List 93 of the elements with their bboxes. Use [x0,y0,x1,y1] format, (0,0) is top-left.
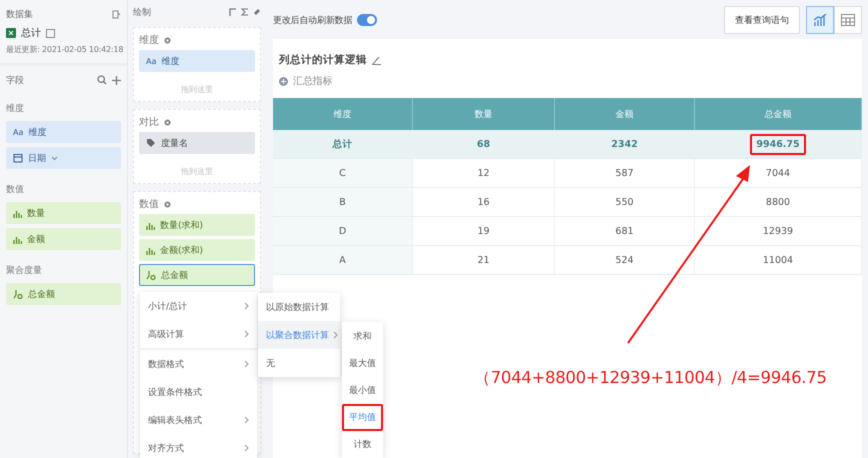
menu-item[interactable]: 高级计算 [140,320,257,348]
field-chip[interactable]: 数量 [6,202,121,224]
sigma-icon[interactable] [241,8,248,16]
bar-chart-icon [813,14,827,26]
bar-chart-icon [146,220,155,230]
table-cell: 9946.75 [695,130,862,159]
table-cell: 524 [555,246,695,275]
table-cell: 587 [555,159,695,188]
bar-chart-icon [13,208,22,218]
field-chip[interactable]: Aa 维度 [139,50,255,72]
eraser-icon[interactable] [253,8,261,16]
table-cell: 7044 [695,159,862,188]
menu-item[interactable]: 最小值 [342,377,383,404]
tag-icon [146,138,156,148]
toggle-label: 更改后自动刷新数据 [273,14,352,26]
table-cell: 8800 [695,188,862,217]
chevron-down-icon[interactable] [51,156,58,160]
field-chip[interactable]: 总金额 [139,264,255,286]
table-cell: B [273,188,413,217]
section-title: 数值 [139,198,159,211]
table-cell: 12939 [695,217,862,246]
dataset-name: 总计 [21,26,41,40]
gear-icon[interactable] [164,118,171,126]
menu-item[interactable]: 求和 [342,323,383,350]
bar-chart-icon [146,246,155,254]
text-type-icon: Aa [146,56,156,66]
calendar-icon [13,153,23,163]
gear-icon[interactable] [164,200,171,208]
menu-item[interactable]: 平均值 [342,404,383,431]
field-chip[interactable]: 数量(求和) [139,214,255,236]
group-title: 维度 [6,102,25,115]
table-icon [841,14,855,26]
toggle-switch[interactable] [357,14,378,26]
table-cell: D [273,217,413,246]
chevron-right-icon [333,331,338,339]
table-cell: 21 [413,246,555,275]
bar-chart-icon [13,234,22,244]
chevron-right-icon [244,416,249,424]
menu-item[interactable]: 无 [258,349,340,377]
search-icon[interactable] [97,75,107,85]
table-cell: 681 [555,217,695,246]
group-title: 聚合度量 [6,264,43,277]
report-title: 列总计的计算逻辑 [279,53,367,67]
table-cell: 19 [413,217,555,246]
table-cell: C [273,159,413,188]
table-cell: 2342 [555,130,695,159]
menu-item[interactable]: 以原始数据计算 [258,293,340,321]
menu-item[interactable]: 设置条件格式 [140,378,257,406]
menu-item[interactable]: 最大值 [342,350,383,377]
field-chip[interactable]: 度量名 [139,132,255,154]
panel-title: 字段 [6,74,24,86]
field-chip[interactable]: Aa 维度 [6,121,121,143]
menu-item[interactable]: 数据格式 [140,350,257,378]
spreadsheet-icon [6,27,16,39]
panel-title: 绘制 [133,6,151,18]
formula-icon [146,270,156,280]
section-title: 对比 [139,116,159,129]
table-cell: 11004 [695,246,862,275]
table-cell: 总计 [273,130,413,159]
menu-item[interactable]: 编辑表头格式 [140,406,257,434]
chevron-right-icon [244,302,249,310]
table-cell: 16 [413,188,555,217]
menu-item[interactable]: 以聚合数据计算 [258,321,340,349]
menu-item[interactable]: 对齐方式 [140,434,257,458]
chevron-right-icon [244,330,249,338]
field-chip[interactable]: 总金额 [6,283,121,305]
corner-icon[interactable] [229,8,236,16]
chevron-right-icon [244,444,249,452]
table-view-button[interactable] [834,6,862,34]
group-title: 数值 [6,184,25,196]
menu-item[interactable]: 计数 [342,431,383,458]
formula-icon [13,289,23,299]
menu-item[interactable]: 小计/总计 [140,292,257,320]
drop-hint: 拖到这里 [181,84,213,95]
chevron-right-icon [244,360,249,368]
text-type-icon: Aa [13,128,24,136]
last-updated: 最近更新: 2021-02-05 10:42:18 [6,44,121,55]
field-chip[interactable]: 金额 [6,228,121,250]
formula-annotation: （7044+8800+12939+11004）/4=9946.75 [474,367,827,389]
chart-view-button[interactable] [806,6,834,34]
panel-title: 数据集 [6,8,33,20]
drop-hint: 拖到这里 [181,166,213,177]
gear-icon[interactable] [164,36,171,44]
section-title: 维度 [139,34,159,47]
table-cell: 68 [413,130,555,159]
field-chip[interactable]: 金额(求和) [139,239,255,261]
add-icon[interactable] [112,76,121,84]
table-cell: A [273,246,413,275]
table-cell: 550 [555,188,695,217]
field-chip[interactable]: 日期 [6,147,121,169]
query-button[interactable]: 查看查询语句 [724,6,800,34]
add-metric-link[interactable]: 汇总指标 [293,74,332,88]
table-cell: 12 [413,159,555,188]
